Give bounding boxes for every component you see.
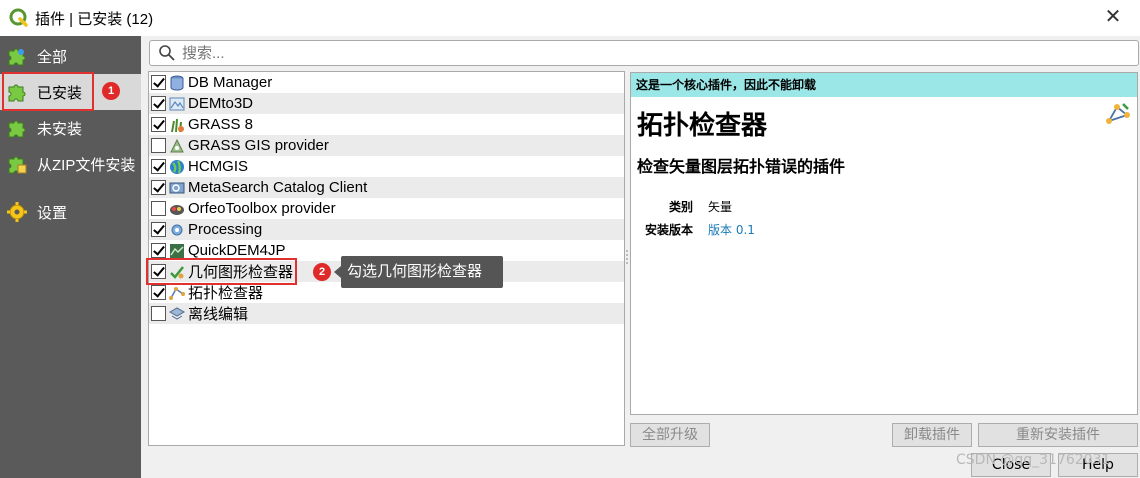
annotation-tooltip: 勾选几何图形检查器 [334, 256, 503, 288]
plugin-row-grass8[interactable]: GRASS 8 [149, 114, 624, 135]
processing-gear-icon [171, 224, 183, 235]
window-title: 插件 | 已安装 (12) [35, 10, 154, 28]
plugin-checkbox[interactable] [151, 201, 166, 216]
globe-icon [170, 159, 184, 174]
offline-edit-icon [169, 306, 185, 320]
grass-icon [171, 118, 184, 132]
version-value: 版本 0.1 [708, 223, 755, 237]
gear-icon [6, 201, 28, 223]
plugin-row-processing[interactable]: Processing [149, 219, 624, 240]
plugin-checkbox[interactable] [151, 243, 166, 258]
grass-provider-icon [170, 138, 184, 152]
plugin-description: 检查矢量图层拓扑错误的插件 [637, 157, 846, 176]
sidebar-item-settings[interactable]: 设置 [0, 194, 141, 230]
plugin-row-offline-editing[interactable]: 离线编辑 [149, 303, 624, 324]
step-badge-1: 1 [102, 82, 120, 100]
quickdem-icon [170, 243, 184, 258]
sidebar-item-label: 已安装 [37, 84, 83, 102]
otb-icon [170, 204, 184, 215]
plugin-name: HCMGIS [188, 158, 248, 175]
reinstall-button[interactable]: 重新安装插件 [978, 423, 1138, 447]
plugin-row-hcmgis[interactable]: HCMGIS [149, 156, 624, 177]
uninstall-button[interactable]: 卸载插件 [892, 423, 972, 447]
plugin-name: GRASS 8 [188, 116, 254, 133]
puzzle-zip-icon [6, 153, 28, 175]
plugin-name: MetaSearch Catalog Client [188, 179, 368, 196]
topology-icon [169, 286, 185, 300]
puzzle-not-installed-icon [6, 117, 28, 139]
plugin-row-metasearch[interactable]: MetaSearch Catalog Client [149, 177, 624, 198]
sidebar-item-label: 设置 [37, 204, 68, 222]
plugin-checkbox[interactable] [151, 222, 166, 237]
plugin-row-db-manager[interactable]: DB Manager [149, 72, 624, 93]
plugin-checkbox[interactable] [151, 180, 166, 195]
plugin-checkbox[interactable] [151, 96, 166, 111]
search-input[interactable] [182, 44, 1138, 62]
category-value: 矢量 [708, 200, 733, 214]
plugin-row-grass-gis-provider[interactable]: GRASS GIS provider [149, 135, 624, 156]
core-plugin-notice: 这是一个核心插件，因此不能卸载 [631, 73, 1137, 97]
geometry-check-icon [170, 265, 184, 279]
sidebar-item-install-from-zip[interactable]: 从ZIP文件安装 [0, 146, 141, 182]
sidebar-item-all[interactable]: 全部 [0, 38, 141, 74]
plugin-name: GRASS GIS provider [188, 137, 329, 154]
dem-icon [169, 97, 185, 110]
plugin-name: QuickDEM4JP [188, 242, 286, 259]
upgrade-all-button[interactable]: 全部升级 [630, 423, 710, 447]
plugin-title: 拓扑检查器 [637, 111, 768, 141]
sidebar-item-label: 全部 [37, 48, 68, 66]
search-icon [159, 45, 175, 61]
plugin-name: 几何图形检查器 [188, 264, 294, 281]
plugin-name: DEMto3D [188, 95, 254, 112]
step-badge-2: 2 [313, 263, 331, 281]
plugin-row-demto3d[interactable]: DEMto3D [149, 93, 624, 114]
panel-splitter[interactable] [626, 250, 628, 264]
plugin-checkbox[interactable] [151, 285, 166, 300]
plugin-checkbox[interactable] [151, 264, 166, 279]
plugin-checkbox[interactable] [151, 159, 166, 174]
qgis-logo-icon [9, 8, 28, 27]
sidebar-item-not-installed[interactable]: 未安装 [0, 110, 141, 146]
close-window-button[interactable]: ✕ [1102, 6, 1124, 28]
plugins-dialog: 插件 | 已安装 (12) ✕ 全部 已安装 未安装 从ZIP文件安装 设置 1… [0, 0, 1140, 478]
plugin-name: 离线编辑 [188, 306, 249, 323]
sidebar: 全部 已安装 未安装 从ZIP文件安装 设置 [0, 36, 141, 478]
plugin-details-panel: 这是一个核心插件，因此不能卸载 拓扑检查器 检查矢量图层拓扑错误的插件 类别 矢… [630, 72, 1138, 415]
plugin-checkbox[interactable] [151, 306, 166, 321]
puzzle-installed-icon [6, 81, 28, 103]
metasearch-icon [169, 182, 185, 193]
topology-checker-logo-icon [1106, 103, 1130, 124]
puzzle-all-icon [6, 45, 28, 67]
title-bar: 插件 | 已安装 (12) ✕ [0, 0, 1140, 36]
plugin-name: 拓扑检查器 [188, 285, 264, 302]
sidebar-item-label: 未安装 [37, 120, 83, 138]
plugin-checkbox[interactable] [151, 117, 166, 132]
database-icon [170, 75, 184, 91]
category-label: 类别 [668, 200, 693, 214]
plugin-name: DB Manager [188, 74, 273, 91]
plugin-checkbox[interactable] [151, 75, 166, 90]
plugin-name: Processing [188, 221, 263, 238]
sidebar-item-label: 从ZIP文件安装 [37, 156, 136, 174]
plugin-row-orfeotoolbox[interactable]: OrfeoToolbox provider [149, 198, 624, 219]
plugin-name: OrfeoToolbox provider [188, 200, 336, 217]
search-box[interactable] [149, 40, 1139, 66]
plugin-checkbox[interactable] [151, 138, 166, 153]
version-label: 安装版本 [644, 223, 693, 237]
watermark: CSDN @qq_31762031 [956, 452, 1111, 468]
